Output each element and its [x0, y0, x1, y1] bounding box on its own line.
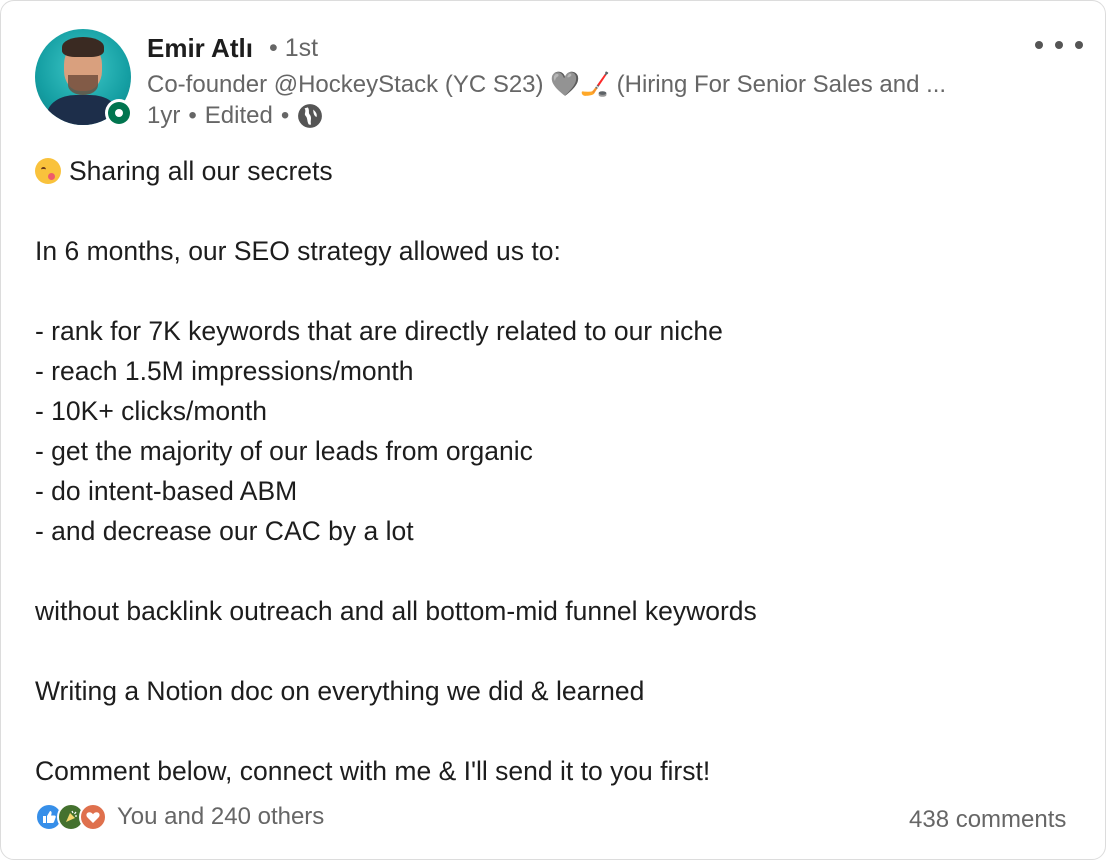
love-icon — [79, 803, 107, 831]
post-line — [35, 271, 1075, 311]
post-line: - reach 1.5M impressions/month — [35, 356, 414, 386]
more-options-button[interactable] — [1035, 31, 1083, 59]
post-body: Sharing all our secrets In 6 months, our… — [35, 151, 1075, 791]
post-time: 1yr — [147, 102, 181, 129]
post-line: - 10K+ clicks/month — [35, 396, 267, 426]
post-line — [35, 631, 1075, 671]
post-line: without backlink outreach and all bottom… — [35, 596, 757, 626]
post-line: Writing a Notion doc on everything we di… — [35, 676, 645, 706]
post-line: - do intent-based ABM — [35, 476, 298, 506]
globe-icon — [298, 104, 323, 128]
post-line — [35, 191, 1075, 231]
edited-label: Edited — [204, 102, 273, 129]
post-line: In 6 months, our SEO strategy allowed us… — [35, 236, 561, 266]
comments-count[interactable]: 438 comments — [909, 806, 1066, 834]
author-headline: Co-founder @HockeyStack (YC S23) 🩶🏒 (Hir… — [147, 71, 947, 98]
post-meta: 1yr • Edited • — [147, 102, 323, 130]
post-line: Sharing all our secrets — [35, 151, 1075, 191]
post-card: Emir Atlı • 1st Co-founder @HockeyStack … — [0, 0, 1106, 860]
social-counts[interactable]: You and 240 others — [35, 803, 324, 831]
post-line: - get the majority of our leads from org… — [35, 436, 533, 466]
online-status-icon — [105, 99, 133, 127]
post-line: - rank for 7K keywords that are directly… — [35, 316, 723, 346]
reactions-count[interactable]: You and 240 others — [117, 803, 324, 831]
reaction-icons[interactable] — [35, 803, 107, 831]
author-name[interactable]: Emir Atlı — [147, 33, 253, 64]
yum-emoji-icon — [35, 158, 61, 184]
post-line — [35, 551, 1075, 591]
post-line: Comment below, connect with me & I'll se… — [35, 756, 711, 786]
connection-degree: • 1st — [269, 34, 319, 62]
post-line — [35, 711, 1075, 751]
post-line: - and decrease our CAC by a lot — [35, 516, 414, 546]
